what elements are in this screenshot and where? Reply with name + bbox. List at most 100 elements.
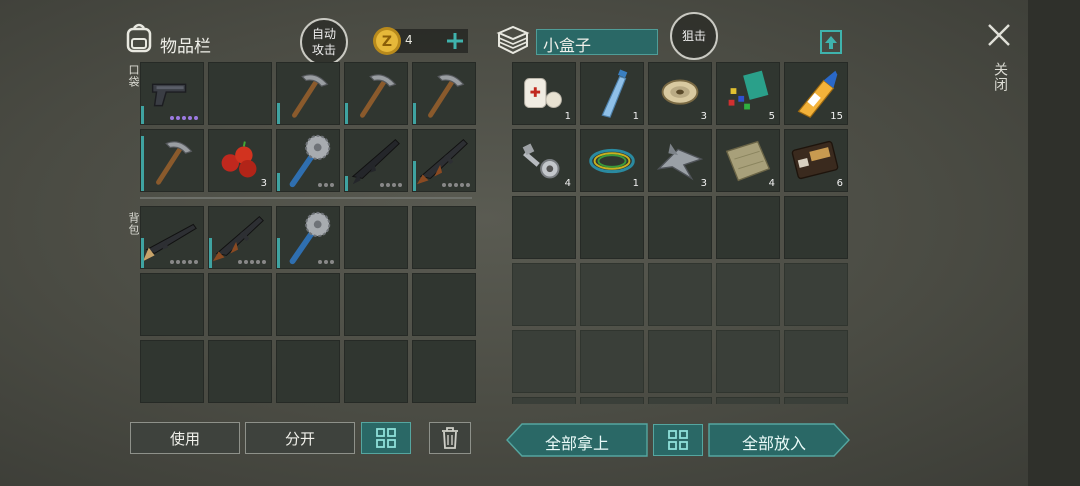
pickaxe-icon: [428, 74, 465, 118]
item-slot-apples[interactable]: 3: [208, 129, 272, 192]
empty-slot[interactable]: [344, 206, 408, 269]
close-label[interactable]: 关闭: [990, 62, 1010, 92]
quality-dots: [170, 116, 198, 120]
empty-slot[interactable]: [512, 397, 576, 404]
use-button[interactable]: 使用: [130, 422, 240, 454]
item-count: 4: [564, 178, 571, 189]
empty-slot[interactable]: [580, 397, 644, 404]
pocket-label: 口袋: [127, 64, 140, 88]
item-slot-pickaxe[interactable]: [276, 62, 340, 125]
item-slot-ak-rifle[interactable]: [208, 206, 272, 269]
right-panel-shade: [1028, 0, 1080, 486]
item-count: 5: [768, 111, 775, 122]
empty-slot[interactable]: [344, 273, 408, 336]
item-slot-bandage[interactable]: 1: [512, 62, 576, 125]
sort-container-button[interactable]: [653, 424, 703, 456]
empty-slot[interactable]: [648, 397, 712, 404]
item-slot-metal-scraps[interactable]: 3: [648, 129, 712, 192]
item-slot-plastic-pieces[interactable]: 5: [716, 62, 780, 125]
item-slot-wire-spool[interactable]: 3: [648, 62, 712, 125]
empty-slot[interactable]: [716, 263, 780, 326]
empty-slot[interactable]: [784, 397, 848, 404]
durability-bar: [345, 175, 348, 191]
empty-slot[interactable]: [784, 330, 848, 393]
item-slot-pickaxe[interactable]: [140, 129, 204, 192]
pickaxe-icon: [156, 141, 193, 185]
trash-button[interactable]: [429, 422, 471, 454]
container-title-box: 小盒子: [536, 29, 658, 55]
empty-slot[interactable]: [716, 330, 780, 393]
empty-slot[interactable]: [716, 397, 780, 404]
item-slot-ak-rifle[interactable]: [412, 129, 476, 192]
split-button[interactable]: 分开: [245, 422, 355, 454]
durability-bar: [345, 102, 348, 124]
pickaxe-icon: [360, 74, 397, 118]
put-all-button[interactable]: 全部放入: [708, 423, 850, 457]
item-slot-cloth[interactable]: 4: [716, 129, 780, 192]
item-slot-wallet[interactable]: 6: [784, 129, 848, 192]
empty-slot[interactable]: [716, 196, 780, 259]
empty-slot[interactable]: [276, 273, 340, 336]
snipe-label: 狙击: [681, 29, 706, 43]
empty-slot[interactable]: [208, 62, 272, 125]
trash-icon: [442, 427, 458, 449]
empty-slot[interactable]: [208, 340, 272, 403]
upload-icon[interactable]: [818, 28, 844, 56]
container-title: 小盒子: [543, 36, 592, 55]
empty-slot[interactable]: [648, 330, 712, 393]
empty-slot[interactable]: [412, 340, 476, 403]
empty-slot[interactable]: [140, 340, 204, 403]
durability-bar: [413, 160, 416, 191]
coin-count: 4: [405, 33, 413, 47]
auto-attack-button[interactable]: 自动 攻击: [300, 18, 348, 66]
item-slot-pickaxe[interactable]: [412, 62, 476, 125]
svg-text:Z: Z: [382, 34, 392, 50]
durability-bar: [277, 237, 280, 268]
empty-slot[interactable]: [580, 263, 644, 326]
empty-slot[interactable]: [648, 263, 712, 326]
empty-slot[interactable]: [580, 196, 644, 259]
snipe-button[interactable]: 狙击: [670, 12, 718, 60]
coin-bar: Z 4: [372, 26, 470, 56]
close-icon[interactable]: [986, 22, 1012, 48]
empty-slot[interactable]: [412, 273, 476, 336]
durability-bar: [413, 102, 416, 124]
item-slot-pistol[interactable]: [140, 62, 204, 125]
item-slot-saw-mace[interactable]: [276, 129, 340, 192]
empty-slot[interactable]: [648, 196, 712, 259]
empty-slot[interactable]: [512, 330, 576, 393]
empty-slot[interactable]: [344, 340, 408, 403]
shotgun-icon: [142, 223, 197, 262]
item-count: 6: [836, 178, 843, 189]
empty-slot[interactable]: [208, 273, 272, 336]
take-all-button[interactable]: 全部拿上: [506, 423, 648, 457]
item-slot-shotgun[interactable]: [140, 206, 204, 269]
empty-slot[interactable]: [580, 330, 644, 393]
item-slot-rifle[interactable]: [344, 129, 408, 192]
item-count: 3: [700, 111, 707, 122]
item-count: 4: [768, 178, 775, 189]
empty-slot[interactable]: [276, 340, 340, 403]
item-slot-saw-mace[interactable]: [276, 206, 340, 269]
item-slot-water-bottle[interactable]: 1: [580, 62, 644, 125]
item-slot-bolts[interactable]: 4: [512, 129, 576, 192]
empty-slot[interactable]: [784, 196, 848, 259]
grid-sort-icon: [376, 428, 396, 448]
empty-slot[interactable]: [784, 263, 848, 326]
sort-button[interactable]: [361, 422, 411, 454]
item-slot-wires[interactable]: 1: [580, 129, 644, 192]
item-slot-pickaxe[interactable]: [344, 62, 408, 125]
item-slot-glue[interactable]: 15: [784, 62, 848, 125]
container-grid: 1 1 3 5 15 4 1 3 4 6: [512, 62, 848, 404]
pistol-icon: [151, 83, 187, 107]
empty-slot[interactable]: [512, 263, 576, 326]
empty-slot[interactable]: [140, 273, 204, 336]
grid-sort-icon: [668, 430, 688, 450]
quality-dots: [170, 260, 198, 264]
add-coins-icon[interactable]: [446, 32, 464, 50]
coin-icon: Z: [373, 27, 401, 55]
empty-slot[interactable]: [412, 206, 476, 269]
take-all-label: 全部拿上: [544, 434, 609, 453]
empty-slot[interactable]: [512, 196, 576, 259]
quality-dots: [380, 183, 402, 187]
